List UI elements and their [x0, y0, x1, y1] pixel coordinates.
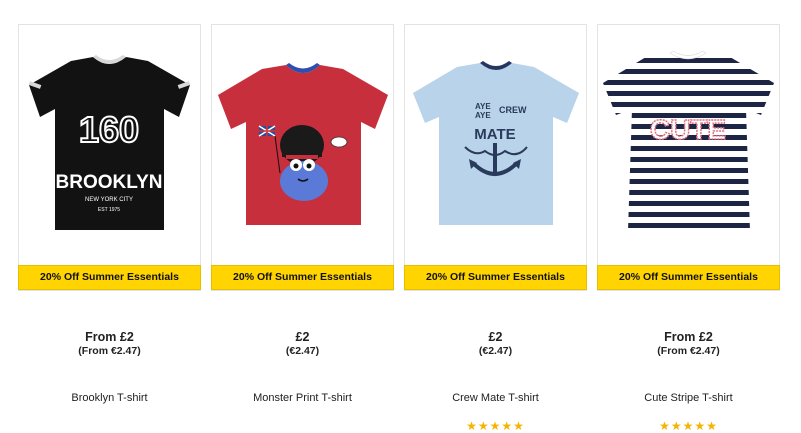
star-icon: ★: [513, 419, 525, 433]
product-image[interactable]: [211, 24, 394, 291]
promo-banner[interactable]: 20% Off Summer Essentials: [18, 265, 201, 290]
promo-banner[interactable]: 20% Off Summer Essentials: [211, 265, 394, 290]
star-icon: ★: [477, 419, 490, 433]
product-card[interactable]: 160 BROOKLYN NEW YORK CITY EST 1975 20% …: [18, 24, 201, 432]
rating-stars: ★★★★★: [404, 420, 587, 432]
price-gbp: From £2: [664, 330, 713, 344]
price-eur: (€2.47): [478, 345, 513, 357]
price-gbp: £2: [295, 330, 310, 344]
price: From £2 (From €2.47): [597, 329, 780, 357]
product-name[interactable]: Monster Print T-shirt: [211, 392, 394, 404]
svg-text:AYE: AYE: [475, 111, 491, 120]
star-icon: ★: [659, 419, 671, 433]
price-gbp: £2: [488, 330, 503, 344]
star-icon: ★: [670, 419, 683, 433]
rating-stars: ★★★★★: [597, 420, 780, 432]
price-eur: (From €2.47): [657, 345, 720, 357]
price: £2 (€2.47): [211, 329, 394, 357]
product-card[interactable]: CUTE 20% Off Summer Essentials From £2 (…: [597, 24, 780, 432]
price: From £2 (From €2.47): [18, 329, 201, 357]
product-image[interactable]: AYE AYE CREW MATE: [404, 24, 587, 291]
product-image[interactable]: CUTE: [597, 24, 780, 291]
star-icon: ★: [682, 419, 695, 433]
promo-banner[interactable]: 20% Off Summer Essentials: [597, 265, 780, 290]
product-name[interactable]: Crew Mate T-shirt: [404, 392, 587, 404]
product-name[interactable]: Cute Stripe T-shirt: [597, 392, 780, 404]
svg-text:NEW YORK CITY: NEW YORK CITY: [85, 197, 133, 203]
tshirt-image: AYE AYE CREW MATE: [413, 61, 579, 225]
product-name[interactable]: Brooklyn T-shirt: [18, 392, 201, 404]
promo-banner[interactable]: 20% Off Summer Essentials: [404, 265, 587, 290]
price-eur: (€2.47): [285, 345, 320, 357]
price-gbp: From £2: [85, 330, 134, 344]
star-icon: ★: [694, 419, 707, 433]
product-grid: 160 BROOKLYN NEW YORK CITY EST 1975 20% …: [18, 24, 782, 432]
tshirt-image: [218, 63, 388, 225]
star-icon: ★: [489, 419, 502, 433]
product-card[interactable]: AYE AYE CREW MATE 20% Off Summer Essenti…: [404, 24, 587, 432]
star-icon: ★: [706, 419, 718, 433]
star-icon: ★: [466, 419, 478, 433]
tshirt-image: CUTE: [603, 50, 774, 231]
svg-text:BROOKLYN: BROOKLYN: [56, 172, 163, 193]
svg-text:MATE: MATE: [474, 126, 515, 143]
svg-text:CREW: CREW: [499, 105, 527, 115]
svg-text:AYE: AYE: [475, 102, 491, 111]
tshirt-image: 160 BROOKLYN NEW YORK CITY EST 1975: [28, 55, 191, 230]
svg-text:160: 160: [79, 109, 139, 150]
svg-text:EST 1975: EST 1975: [98, 207, 120, 213]
price: £2 (€2.47): [404, 329, 587, 357]
product-image[interactable]: 160 BROOKLYN NEW YORK CITY EST 1975: [18, 24, 201, 291]
product-card[interactable]: 20% Off Summer Essentials £2 (€2.47) Mon…: [211, 24, 394, 432]
price-eur: (From €2.47): [78, 345, 141, 357]
svg-text:CUTE: CUTE: [650, 114, 726, 145]
star-icon: ★: [501, 419, 514, 433]
